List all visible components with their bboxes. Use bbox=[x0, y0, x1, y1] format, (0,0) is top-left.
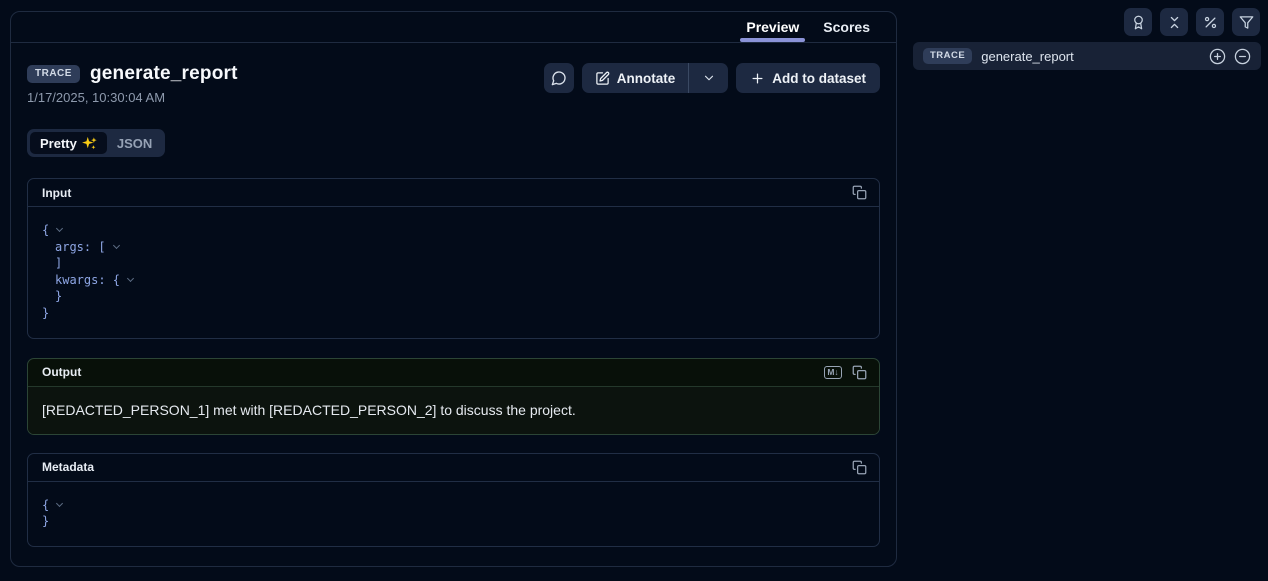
circle-plus-icon bbox=[1209, 48, 1226, 65]
fold-chevron-icon[interactable] bbox=[113, 242, 120, 249]
copy-metadata-button[interactable] bbox=[852, 460, 867, 475]
chevron-down-icon bbox=[702, 71, 716, 85]
toggle-pretty-label: Pretty bbox=[40, 136, 77, 151]
metadata-section-header: Metadata bbox=[28, 454, 879, 482]
input-section: Input { args: []kwargs: {}} bbox=[27, 178, 880, 339]
expand-all-button[interactable] bbox=[1209, 48, 1226, 65]
code-text: ] bbox=[55, 255, 62, 272]
circle-minus-icon bbox=[1234, 48, 1251, 65]
award-icon bbox=[1131, 15, 1146, 30]
markdown-toggle-button[interactable]: M↓ bbox=[824, 366, 842, 379]
output-text: [REDACTED_PERSON_1] met with [REDACTED_P… bbox=[28, 387, 879, 434]
annotate-button[interactable]: Annotate bbox=[582, 63, 689, 93]
copy-input-button[interactable] bbox=[852, 185, 867, 200]
tab-bar: Preview Scores bbox=[11, 12, 896, 43]
code-text: { bbox=[42, 222, 49, 239]
annotate-split-button: Annotate bbox=[582, 63, 729, 93]
sparkles-icon bbox=[82, 136, 97, 150]
output-body: [REDACTED_PERSON_1] met with [REDACTED_P… bbox=[28, 387, 879, 434]
output-section: Output M↓ [REDACTED_PERSON_1] met wit bbox=[27, 358, 880, 435]
code-line: ] bbox=[42, 255, 865, 272]
scores-award-button[interactable] bbox=[1124, 8, 1152, 36]
tab-scores-label: Scores bbox=[823, 19, 870, 35]
code-line: { bbox=[42, 222, 865, 239]
toggle-json[interactable]: JSON bbox=[107, 132, 162, 154]
page-title: generate_report bbox=[90, 63, 238, 85]
trace-tree-item[interactable]: TRACE generate_report bbox=[913, 42, 1261, 70]
trace-type-badge: TRACE bbox=[27, 65, 80, 83]
annotate-dropdown-button[interactable] bbox=[689, 63, 728, 93]
add-to-dataset-label: Add to dataset bbox=[772, 71, 866, 86]
code-text: } bbox=[42, 513, 49, 530]
input-json-view: { args: []kwargs: {}} bbox=[28, 207, 879, 338]
filter-icon bbox=[1239, 15, 1254, 30]
toggle-pretty[interactable]: Pretty bbox=[30, 132, 107, 154]
metadata-section: Metadata {} bbox=[27, 453, 880, 547]
page: Preview Scores TRACE generate_report 1/1… bbox=[0, 0, 1268, 581]
trace-preview-panel: Preview Scores TRACE generate_report 1/1… bbox=[10, 11, 897, 567]
fold-chevron-icon[interactable] bbox=[56, 225, 63, 232]
trace-timestamp: 1/17/2025, 10:30:04 AM bbox=[27, 90, 238, 105]
preview-content: TRACE generate_report 1/17/2025, 10:30:0… bbox=[11, 43, 896, 566]
code-text: } bbox=[42, 305, 49, 322]
code-text: kwargs: { bbox=[55, 272, 120, 289]
code-text: } bbox=[55, 288, 62, 305]
collapse-vertical-icon bbox=[1167, 15, 1182, 30]
copy-output-button[interactable] bbox=[852, 365, 867, 380]
filter-button[interactable] bbox=[1232, 8, 1260, 36]
collapse-all-button[interactable] bbox=[1160, 8, 1188, 36]
comment-icon bbox=[551, 70, 567, 86]
fold-chevron-icon[interactable] bbox=[127, 275, 134, 282]
annotate-label: Annotate bbox=[617, 71, 676, 86]
output-section-title: Output bbox=[42, 365, 81, 379]
trace-item-name: generate_report bbox=[981, 49, 1074, 64]
tab-preview-label: Preview bbox=[746, 19, 799, 35]
annotate-icon bbox=[595, 71, 610, 86]
output-section-header: Output M↓ bbox=[28, 359, 879, 387]
input-section-header: Input bbox=[28, 179, 879, 207]
plus-icon bbox=[750, 71, 765, 86]
code-text: args: [ bbox=[55, 239, 106, 256]
trace-tree-sidebar: TRACE generate_report bbox=[897, 0, 1268, 581]
trace-title-row: TRACE generate_report 1/17/2025, 10:30:0… bbox=[27, 63, 880, 105]
metadata-json-view: {} bbox=[28, 482, 879, 546]
tab-preview[interactable]: Preview bbox=[734, 12, 811, 42]
code-line: } bbox=[42, 288, 865, 305]
code-text: { bbox=[42, 497, 49, 514]
code-line: args: [ bbox=[42, 239, 865, 256]
collapse-item-button[interactable] bbox=[1234, 48, 1251, 65]
toggle-json-label: JSON bbox=[117, 136, 152, 151]
code-line: kwargs: { bbox=[42, 272, 865, 289]
trace-type-badge: TRACE bbox=[923, 48, 972, 65]
code-line: } bbox=[42, 305, 865, 322]
trace-title-block: TRACE generate_report 1/17/2025, 10:30:0… bbox=[27, 63, 238, 105]
comment-button[interactable] bbox=[544, 63, 574, 93]
sidebar-toolbar bbox=[897, 0, 1268, 36]
add-to-dataset-button[interactable]: Add to dataset bbox=[736, 63, 880, 93]
code-line: } bbox=[42, 513, 865, 530]
percentage-button[interactable] bbox=[1196, 8, 1224, 36]
copy-icon bbox=[852, 365, 867, 380]
input-section-title: Input bbox=[42, 186, 71, 200]
code-line: { bbox=[42, 497, 865, 514]
percent-icon bbox=[1203, 15, 1218, 30]
copy-icon bbox=[852, 460, 867, 475]
markdown-icon: M↓ bbox=[824, 366, 842, 379]
metadata-section-title: Metadata bbox=[42, 460, 94, 474]
active-tab-underline bbox=[740, 38, 805, 42]
copy-icon bbox=[852, 185, 867, 200]
view-mode-toggle: Pretty JSON bbox=[27, 129, 165, 157]
tab-scores[interactable]: Scores bbox=[811, 12, 882, 42]
trace-actions: Annotate Add to dataset bbox=[544, 63, 880, 93]
fold-chevron-icon[interactable] bbox=[56, 500, 63, 507]
